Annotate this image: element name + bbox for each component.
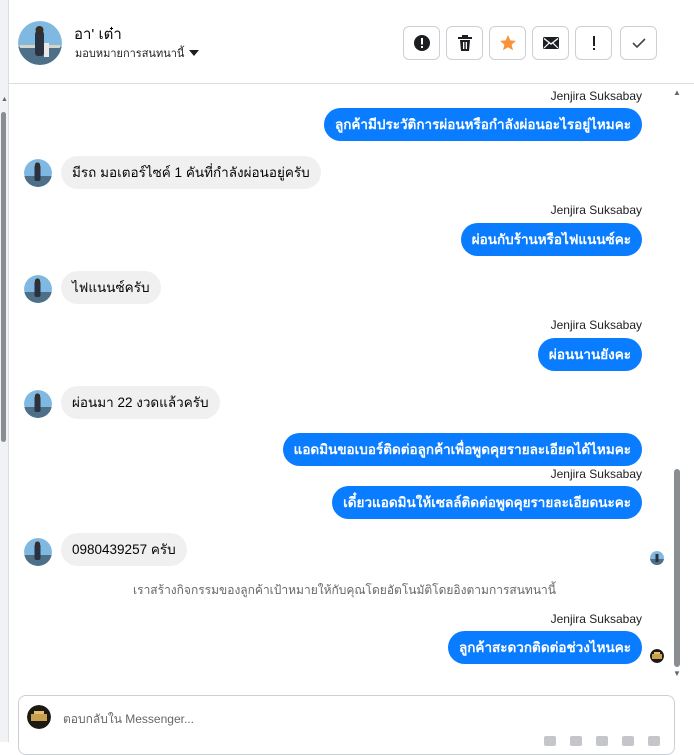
report-button[interactable] bbox=[403, 26, 440, 60]
check-icon bbox=[631, 38, 646, 49]
mark-unread-button[interactable] bbox=[532, 26, 569, 60]
mark-done-button[interactable] bbox=[620, 26, 657, 60]
trash-icon bbox=[457, 35, 472, 51]
star-icon bbox=[499, 35, 516, 51]
incoming-message[interactable]: 0980439257 ครับ bbox=[61, 533, 187, 566]
message-thread[interactable]: Jenjira Suksabay ลูกค้ามีประวัติการผ่อนห… bbox=[9, 84, 680, 694]
contact-name: อา' เต๋า bbox=[74, 26, 122, 43]
contact-avatar-small[interactable] bbox=[24, 538, 52, 566]
page-avatar bbox=[650, 649, 664, 663]
sender-name: Jenjira Suksabay bbox=[550, 203, 642, 217]
incoming-message[interactable]: มีรถ มอเตอร์ไซค์ 1 คันที่กำลังผ่อนอยู่คร… bbox=[61, 156, 321, 189]
caret-down-icon bbox=[189, 50, 200, 56]
scroll-up-arrow-icon[interactable]: ▲ bbox=[673, 88, 681, 97]
assign-label: มอบหมายการสนทนานี้ bbox=[75, 48, 185, 60]
contact-avatar[interactable] bbox=[18, 21, 62, 65]
exclamation-icon bbox=[592, 36, 595, 50]
page-avatar bbox=[27, 705, 51, 729]
outgoing-message[interactable]: ลูกค้าสะดวกติดต่อช่วงไหนคะ bbox=[447, 631, 642, 664]
seen-avatar bbox=[650, 551, 664, 565]
outgoing-message[interactable]: ลูกค้ามีประวัติการผ่อนหรือกำลังผ่อนอะไรอ… bbox=[323, 108, 642, 141]
sender-name: Jenjira Suksabay bbox=[550, 467, 642, 481]
thread-scrollbar-thumb[interactable] bbox=[674, 469, 680, 667]
envelope-icon bbox=[542, 37, 559, 49]
outgoing-message[interactable]: ผ่อนนานยังคะ bbox=[537, 338, 642, 371]
scroll-down-arrow-icon[interactable]: ▼ bbox=[673, 669, 681, 678]
sender-name: Jenjira Suksabay bbox=[550, 89, 642, 103]
thread-scrollbar[interactable]: ▲ ▼ bbox=[670, 84, 684, 694]
contact-avatar-small[interactable] bbox=[24, 159, 52, 187]
contact-avatar-small[interactable] bbox=[24, 390, 52, 418]
outgoing-message[interactable]: เดี๋ยวแอดมินให้เซลล์ติดต่อพูดคุยรายละเอี… bbox=[332, 486, 642, 519]
assign-conversation-dropdown[interactable]: มอบหมายการสนทนานี้ bbox=[75, 44, 200, 62]
attachment-icon[interactable] bbox=[570, 736, 582, 746]
composer-toolbar bbox=[544, 736, 660, 746]
alert-circle-icon bbox=[413, 35, 430, 51]
delete-button[interactable] bbox=[446, 26, 483, 60]
outgoing-message[interactable]: ผ่อนกับร้านหรือไฟแนนซ์คะ bbox=[460, 223, 642, 256]
left-scrollbar-thumb[interactable] bbox=[1, 112, 6, 442]
star-button[interactable] bbox=[489, 26, 526, 60]
scroll-up-arrow-icon[interactable]: ▲ bbox=[0, 96, 9, 104]
left-scroll-strip[interactable]: ▲ bbox=[0, 0, 9, 742]
emoji-icon[interactable] bbox=[544, 736, 556, 746]
incoming-message[interactable]: ผ่อนมา 22 งวดแล้วครับ bbox=[61, 386, 220, 419]
contact-avatar-small[interactable] bbox=[24, 275, 52, 303]
reply-composer[interactable]: ตอบกลับใน Messenger... bbox=[18, 695, 675, 755]
gif-icon[interactable] bbox=[622, 736, 634, 746]
outgoing-message[interactable]: แอดมินขอเบอร์ติดต่อลูกค้าเพื่อพูดคุยรายล… bbox=[282, 433, 642, 466]
conversation-toolbar bbox=[403, 26, 657, 60]
more-icon[interactable] bbox=[648, 736, 660, 746]
system-notice: เราสร้างกิจกรรมของลูกค้าเป้าหมายให้กับคุ… bbox=[133, 583, 556, 597]
sender-name: Jenjira Suksabay bbox=[550, 318, 642, 332]
conversation-header: อา' เต๋า มอบหมายการสนทนานี้ bbox=[9, 0, 694, 84]
reply-input[interactable]: ตอบกลับใน Messenger... bbox=[63, 710, 194, 729]
image-icon[interactable] bbox=[596, 736, 608, 746]
mark-spam-button[interactable] bbox=[575, 26, 612, 60]
incoming-message[interactable]: ไฟแนนซ์ครับ bbox=[61, 271, 161, 304]
sender-name: Jenjira Suksabay bbox=[550, 612, 642, 626]
